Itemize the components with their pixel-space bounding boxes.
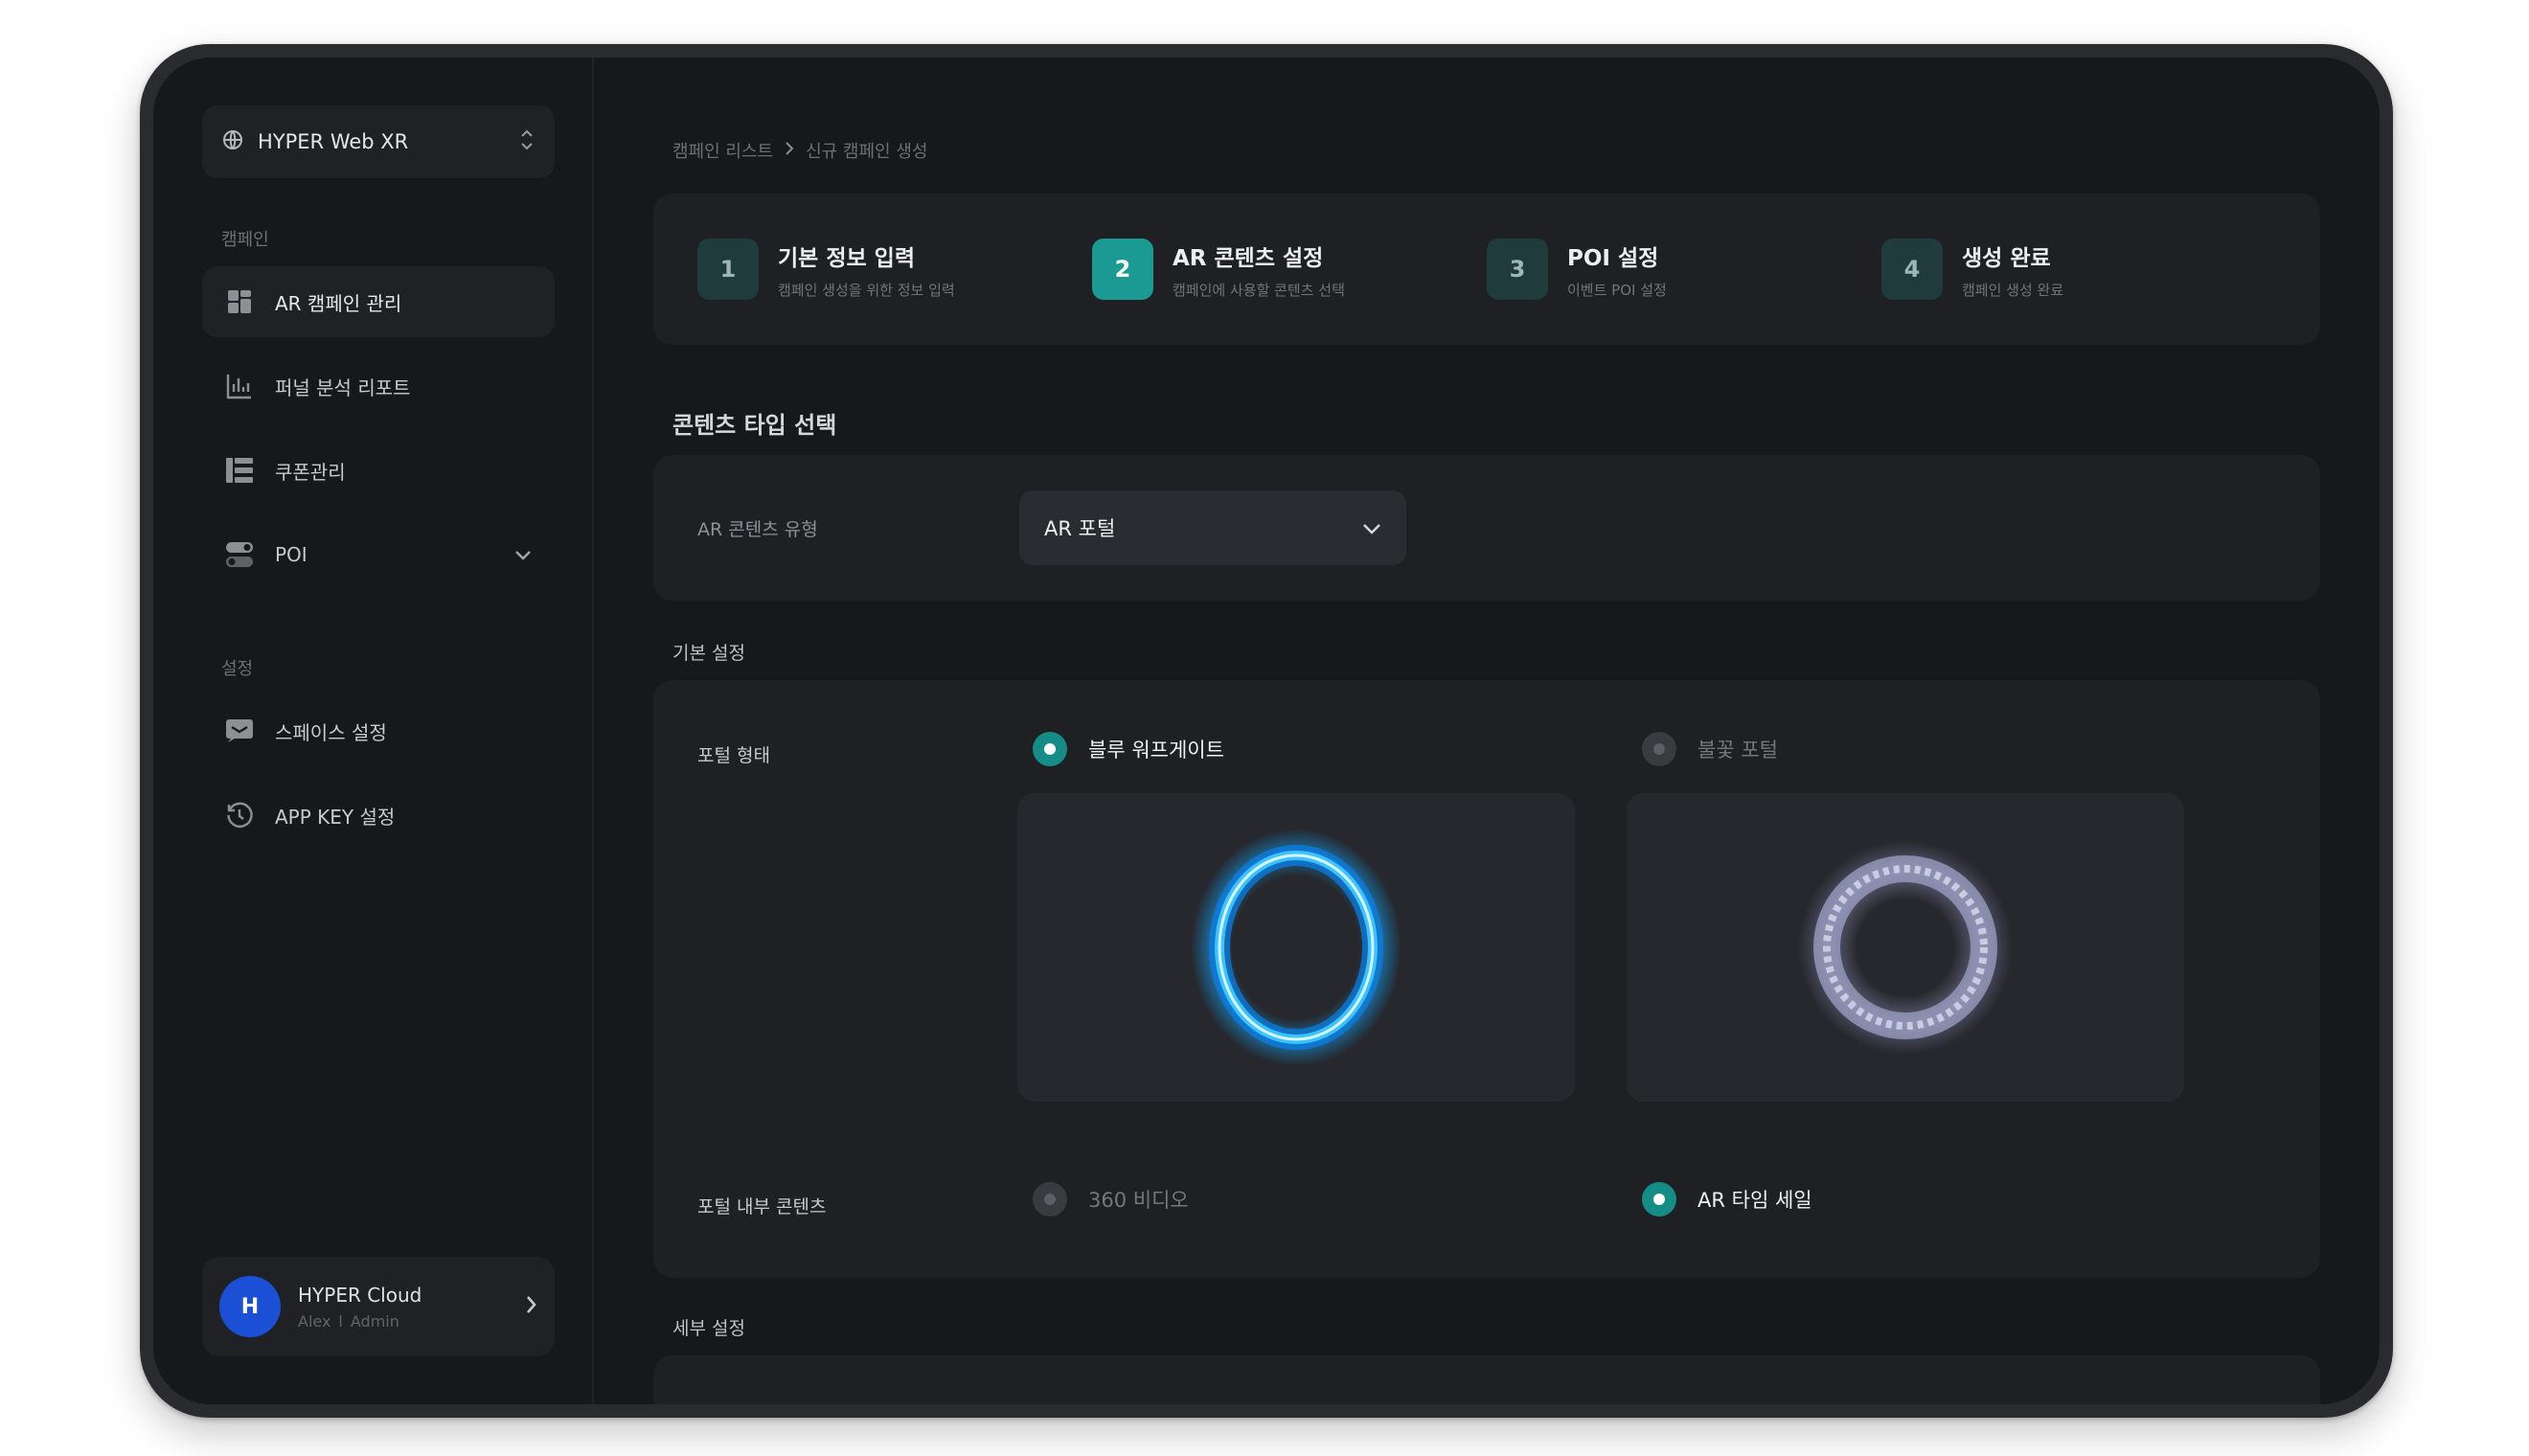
chevron-up-down-icon	[518, 127, 535, 157]
content-type-card: AR 콘텐츠 유형 AR 포털	[653, 455, 2320, 601]
step-number: 2	[1092, 239, 1153, 300]
radio-label: AR 타임 세일	[1697, 1189, 1812, 1212]
stepper: 1 기본 정보 입력 캠페인 생성을 위한 정보 입력 2 AR 콘텐츠 설정 …	[653, 193, 2320, 345]
ar-content-type-label: AR 콘텐츠 유형	[697, 518, 818, 540]
step-number: 3	[1487, 239, 1548, 300]
sidebar-item-coupons[interactable]: 쿠폰관리	[202, 435, 555, 506]
workspace-name: HYPER Web XR	[258, 130, 409, 153]
profile-role: Alex l Admin	[298, 1311, 399, 1331]
step-title: 기본 정보 입력	[778, 245, 915, 271]
sidebar-item-label: AR 캠페인 관리	[275, 291, 402, 315]
step-ar-content[interactable]: 2 AR 콘텐츠 설정 캠페인에 사용할 콘텐츠 선택	[1092, 239, 1487, 300]
radio-fire-portal[interactable]: 불꽃 포털	[1642, 732, 1778, 766]
ar-content-type-select[interactable]: AR 포털	[1019, 490, 1406, 565]
step-complete[interactable]: 4 생성 완료 캠페인 생성 완료	[1881, 239, 2276, 300]
device-frame: HYPER Web XR 캠페인 AR 캠페인 관리 퍼널 분석 리포트 쿠폰관…	[140, 44, 2393, 1418]
profile-name: HYPER Cloud	[298, 1283, 422, 1307]
chevron-right-icon	[526, 1295, 537, 1318]
nav-section-label: 설정	[221, 659, 254, 679]
detail-settings-card	[653, 1355, 2320, 1404]
bar-chart-icon	[225, 372, 254, 400]
step-number: 1	[697, 239, 759, 300]
portal-inner-content-label: 포털 내부 콘텐츠	[697, 1196, 827, 1217]
history-icon	[225, 801, 254, 830]
sidebar-item-app-key[interactable]: APP KEY 설정	[202, 780, 555, 851]
grid-icon	[225, 287, 254, 316]
sidebar-item-ar-campaign[interactable]: AR 캠페인 관리	[202, 266, 555, 337]
radio-ar-time-sale[interactable]: AR 타임 세일	[1642, 1182, 1812, 1217]
list-icon	[225, 456, 254, 485]
step-title: AR 콘텐츠 설정	[1173, 245, 1324, 271]
portal-shape-label: 포털 형태	[697, 745, 770, 766]
app-screen: HYPER Web XR 캠페인 AR 캠페인 관리 퍼널 분석 리포트 쿠폰관…	[153, 57, 2380, 1404]
chevron-down-icon	[514, 543, 532, 566]
step-description: 캠페인 생성을 위한 정보 입력	[778, 281, 955, 299]
radio-label: 불꽃 포털	[1697, 739, 1778, 762]
blue-portal-image	[1191, 829, 1401, 1066]
radio-label: 360 비디오	[1088, 1189, 1189, 1212]
step-title: POI 설정	[1567, 245, 1659, 271]
radio-dot	[1033, 732, 1067, 766]
breadcrumb-parent-link[interactable]: 캠페인 리스트	[672, 138, 773, 163]
sidebar-item-label: 퍼널 분석 리포트	[275, 375, 411, 399]
fire-portal-image	[1798, 840, 2013, 1055]
step-description: 캠페인에 사용할 콘텐츠 선택	[1173, 281, 1345, 299]
breadcrumb: 캠페인 리스트 신규 캠페인 생성	[672, 138, 2320, 163]
user-profile[interactable]: H HYPER Cloud Alex l Admin	[202, 1257, 555, 1356]
sidebar-item-label: 쿠폰관리	[275, 460, 346, 484]
toggle-icon	[225, 540, 254, 569]
radio-dot	[1642, 1182, 1676, 1217]
radio-dot	[1033, 1182, 1067, 1217]
sidebar-item-poi[interactable]: POI	[202, 519, 555, 590]
main-content: 캠페인 리스트 신규 캠페인 생성 1 기본 정보 입력 캠페인 생성을 위한 …	[594, 57, 2380, 1404]
sidebar-item-label: POI	[275, 543, 308, 566]
sidebar-item-label: 스페이스 설정	[275, 720, 387, 744]
breadcrumb-current: 신규 캠페인 생성	[806, 142, 928, 162]
basic-settings-title: 기본 설정	[672, 643, 745, 664]
sidebar-item-funnel-report[interactable]: 퍼널 분석 리포트	[202, 351, 555, 421]
radio-blue-warpgate[interactable]: 블루 워프게이트	[1033, 732, 1224, 766]
chevron-down-icon	[1362, 516, 1381, 539]
radio-dot	[1642, 732, 1676, 766]
step-title: 생성 완료	[1962, 245, 2051, 271]
workspace-switcher[interactable]: HYPER Web XR	[202, 105, 555, 178]
globe-icon	[221, 128, 244, 156]
select-value: AR 포털	[1044, 517, 1116, 540]
message-icon	[225, 717, 254, 745]
basic-settings-card: 포털 형태 블루 워프게이트 불꽃 포털 포털 내부 콘텐츠 360 비디오 A…	[653, 680, 2320, 1278]
sidebar: HYPER Web XR 캠페인 AR 캠페인 관리 퍼널 분석 리포트 쿠폰관…	[153, 57, 594, 1404]
radio-label: 블루 워프게이트	[1088, 739, 1224, 762]
detail-settings-title: 세부 설정	[672, 1318, 745, 1339]
step-description: 캠페인 생성 완료	[1962, 281, 2064, 299]
blue-warpgate-preview[interactable]	[1017, 793, 1575, 1102]
sidebar-item-label: APP KEY 설정	[275, 805, 396, 829]
step-description: 이벤트 POI 설정	[1567, 281, 1667, 299]
content-type-title: 콘텐츠 타입 선택	[672, 412, 837, 439]
radio-360-video[interactable]: 360 비디오	[1033, 1182, 1189, 1217]
step-basic-info[interactable]: 1 기본 정보 입력 캠페인 생성을 위한 정보 입력	[697, 239, 1092, 300]
sidebar-item-space-settings[interactable]: 스페이스 설정	[202, 695, 555, 766]
chevron-right-icon	[785, 141, 794, 161]
avatar: H	[219, 1276, 281, 1337]
step-poi[interactable]: 3 POI 설정 이벤트 POI 설정	[1487, 239, 1881, 300]
nav-section-label: 캠페인	[221, 230, 269, 250]
fire-portal-preview[interactable]	[1627, 793, 2184, 1102]
step-number: 4	[1881, 239, 1943, 300]
